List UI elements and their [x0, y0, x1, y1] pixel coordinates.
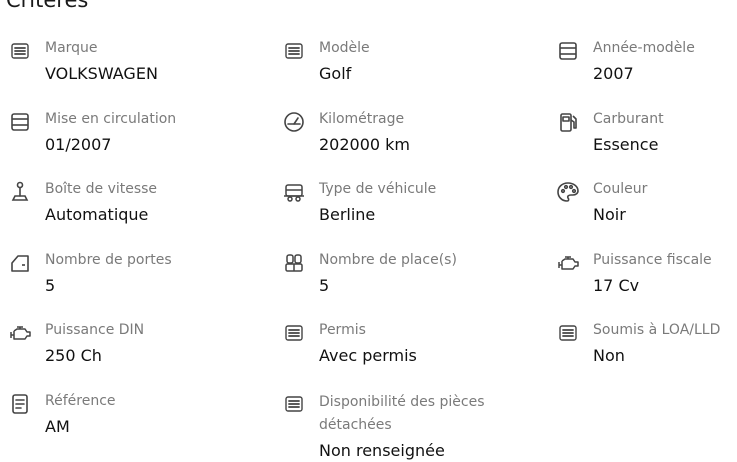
criterion-value: 250 Ch [45, 346, 102, 365]
list-icon [281, 321, 307, 345]
calendar-icon [7, 110, 33, 134]
criterion-value: Non renseignée [319, 441, 445, 460]
gear-stick-icon [7, 180, 33, 204]
engine-icon [7, 321, 33, 345]
calendar-icon [555, 39, 581, 63]
criterion-value: Non [593, 346, 625, 365]
criterion-label: Modèle [319, 40, 370, 56]
criterion-label: Puissance DIN [45, 322, 145, 338]
criterion-label: Soumis à LOA/LLD [593, 322, 721, 338]
criterion-value: Avec permis [319, 346, 417, 365]
criterion-value: 5 [319, 276, 330, 295]
criterion-value: Berline [319, 205, 376, 224]
criterion-label: Permis [319, 322, 366, 338]
criterion-label: Marque [45, 40, 98, 56]
list-icon [281, 39, 307, 63]
car-seat-icon [281, 251, 307, 275]
criterion-value: 5 [45, 276, 56, 295]
criterion-value: 2007 [593, 64, 634, 83]
criterion-value: 01/2007 [45, 135, 112, 154]
criterion-label: Puissance fiscale [593, 252, 712, 268]
criterion-label: Kilométrage [319, 111, 405, 127]
criterion-label: Référence [45, 393, 116, 409]
palette-icon [555, 180, 581, 204]
list-icon [7, 39, 33, 63]
criterion-label: Mise en circulation [45, 111, 177, 127]
engine-icon [555, 251, 581, 275]
criterion-label: Disponibilité des pièces détachées [319, 394, 485, 433]
criterion-label: Nombre de portes [45, 252, 172, 268]
criterion-value: Golf [319, 64, 352, 83]
criterion-label: Couleur [593, 181, 648, 197]
list-icon [281, 392, 307, 416]
criterion-value: Noir [593, 205, 626, 224]
criterion-label: Année-modèle [593, 40, 695, 56]
criterion-value: Automatique [45, 205, 149, 224]
criterion-value: VOLKSWAGEN [45, 64, 158, 83]
criterion-value: Essence [593, 135, 659, 154]
document-icon [7, 392, 33, 416]
criterion-label: Boîte de vitesse [45, 181, 158, 197]
criterion-label: Type de véhicule [319, 181, 437, 197]
criterion-label: Carburant [593, 111, 664, 127]
list-icon [555, 321, 581, 345]
criterion-label: Nombre de place(s) [319, 252, 457, 268]
fuel-pump-icon [555, 110, 581, 134]
speedometer-icon [281, 110, 307, 134]
car-door-icon [7, 251, 33, 275]
criteria-grid: Marque VOLKSWAGEN Modèle Golf Année-modè… [0, 0, 737, 460]
criterion-value: 17 Cv [593, 276, 640, 295]
criterion-value: 202000 km [319, 135, 411, 154]
criterion-value: AM [45, 417, 70, 436]
vehicle-type-icon [281, 180, 307, 204]
